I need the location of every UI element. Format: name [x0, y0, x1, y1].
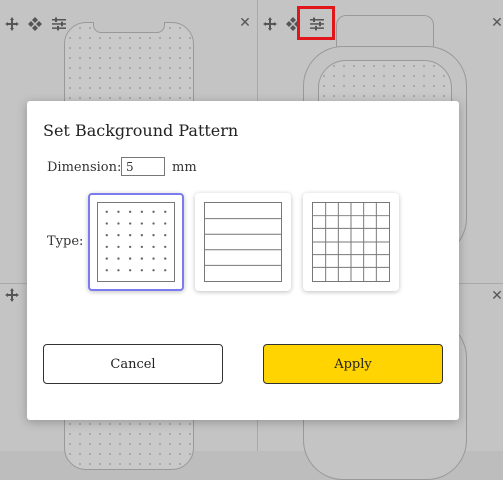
cancel-button[interactable]: Cancel [43, 344, 223, 384]
move-icon[interactable] [4, 287, 20, 303]
pattern-option-dots[interactable] [88, 193, 184, 291]
lines-pattern-icon [204, 202, 282, 282]
settings-sliders-icon[interactable] [51, 16, 67, 32]
close-icon[interactable]: ✕ [239, 16, 251, 30]
dialog-title: Set Background Pattern [43, 121, 239, 140]
dimension-input[interactable] [121, 157, 165, 176]
move-icon[interactable] [262, 16, 278, 32]
move-icon[interactable] [4, 16, 20, 32]
dimension-unit: mm [172, 160, 197, 175]
close-icon[interactable]: ✕ [491, 16, 503, 30]
grid-pattern-icon [312, 202, 390, 282]
pattern-option-grid[interactable] [303, 193, 399, 291]
background-pattern-dialog: Set Background Pattern Dimension: mm Typ… [27, 101, 459, 420]
close-icon[interactable]: ✕ [491, 289, 503, 303]
apply-button[interactable]: Apply [263, 344, 443, 384]
pan-icon[interactable] [27, 16, 43, 32]
type-label: Type: [47, 234, 84, 249]
phone-notch [93, 22, 165, 33]
dots-pattern-icon [97, 202, 175, 282]
pattern-option-lines[interactable] [195, 193, 291, 291]
dimension-label: Dimension: [47, 160, 122, 175]
highlight-box [297, 6, 335, 40]
